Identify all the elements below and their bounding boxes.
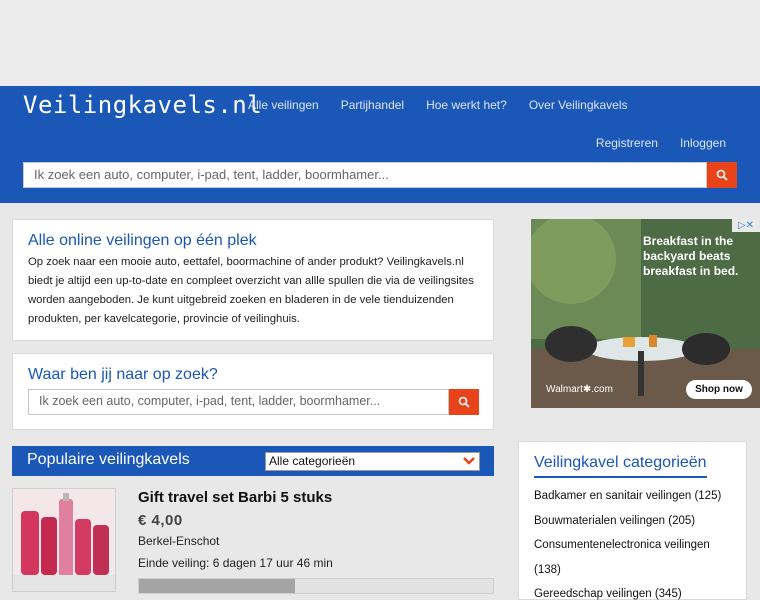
product-image[interactable] (12, 488, 116, 592)
ad-shop-button[interactable]: Shop now (686, 380, 752, 399)
search-icon (716, 169, 728, 181)
category-item[interactable]: Consumentenelectronica veilingen (534, 533, 731, 558)
category-panel: Veilingkavel categorieën Badkamer en san… (518, 441, 747, 600)
nav-bulk-trade[interactable]: Partijhandel (341, 98, 404, 112)
find-panel: Waar ben jij naar op zoek? Ik zoek een a… (12, 353, 494, 430)
popular-title: Populaire veilingkavels (27, 451, 190, 468)
product-price: € 4,00 (138, 512, 183, 529)
nav-all-auctions[interactable]: Alle veilingen (248, 98, 319, 112)
find-search-input[interactable]: Ik zoek een auto, computer, i-pad, tent,… (28, 389, 449, 415)
top-banner-area (0, 0, 760, 86)
find-search-button[interactable] (449, 389, 479, 415)
search-icon (458, 396, 470, 408)
product-location: Berkel-Enschot (138, 534, 220, 548)
header-search-input[interactable]: Ik zoek een auto, computer, i-pad, tent,… (23, 162, 707, 188)
category-select-value: Alle categorieën (269, 454, 356, 468)
gift-set-image (13, 489, 115, 591)
main-nav: Alle veilingen Partijhandel Hoe werkt he… (248, 98, 650, 112)
ad-brand-logo: Walmart✱.com (546, 384, 613, 395)
intro-text: Op zoek naar een mooie auto, eettafel, b… (28, 256, 474, 325)
auth-links: Registreren Inloggen (574, 136, 726, 150)
find-title: Waar ben jij naar op zoek? (28, 366, 218, 383)
site-logo[interactable]: Veilingkavels.nl (23, 91, 262, 119)
product-card: Gift travel set Barbi 5 stuks € 4,00 Ber… (12, 488, 494, 600)
nav-about[interactable]: Over Veilingkavels (529, 98, 628, 112)
category-select[interactable]: Alle categorieën (265, 452, 480, 471)
product-title[interactable]: Gift travel set Barbi 5 stuks (138, 489, 332, 506)
advertisement[interactable]: Breakfast in the backyard beats breakfas… (531, 219, 760, 408)
category-item[interactable]: Bouwmaterialen veilingen (205) (534, 509, 731, 534)
category-item[interactable]: Badkamer en sanitair veilingen (125) (534, 484, 731, 509)
chevron-down-icon (463, 457, 475, 465)
product-end-time: Einde veiling: 6 dagen 17 uur 46 min (138, 556, 333, 570)
auction-progress-fill (139, 579, 295, 593)
auction-progress-bar (138, 578, 494, 594)
category-list: Badkamer en sanitair veilingen (125) Bou… (534, 484, 731, 600)
register-link[interactable]: Registreren (596, 136, 658, 150)
header-search: Ik zoek een auto, computer, i-pad, tent,… (23, 162, 737, 188)
ad-headline: Breakfast in the backyard beats breakfas… (643, 234, 739, 278)
login-link[interactable]: Inloggen (680, 136, 726, 150)
category-panel-title: Veilingkavel categorieën (534, 454, 707, 478)
intro-title: Alle online veilingen op één plek (28, 232, 257, 249)
nav-how-it-works[interactable]: Hoe werkt het? (426, 98, 507, 112)
ad-choices-icon[interactable]: ▷✕ (732, 219, 760, 232)
category-item[interactable]: (138) (534, 558, 731, 583)
category-item[interactable]: Gereedschap veilingen (345) (534, 582, 731, 600)
header-search-button[interactable] (707, 162, 737, 188)
popular-bar: Populaire veilingkavels Alle categorieën (12, 446, 494, 476)
intro-panel: Alle online veilingen op één plek Op zoe… (12, 219, 494, 341)
find-search: Ik zoek een auto, computer, i-pad, tent,… (28, 389, 479, 415)
